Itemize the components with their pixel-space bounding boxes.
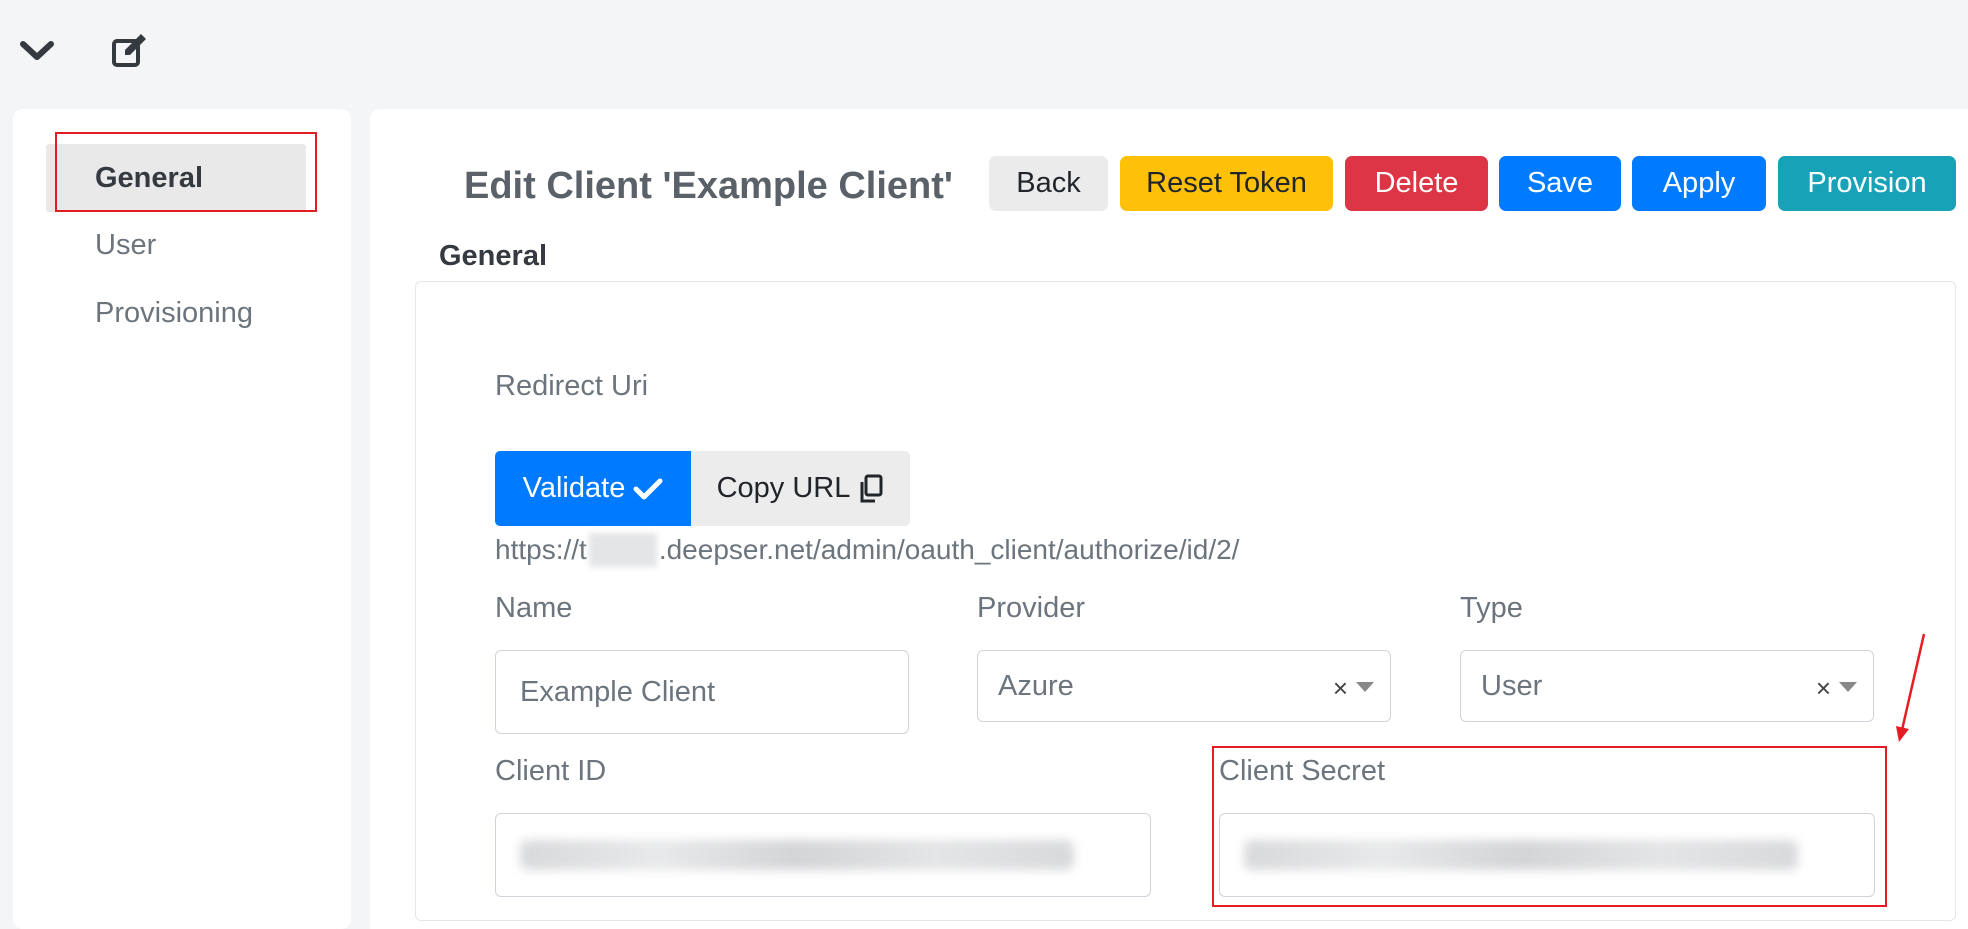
sidebar-item-label: General (95, 161, 203, 194)
type-value: User (1481, 669, 1543, 702)
annotation-arrow-icon (1896, 633, 1926, 742)
provider-chevron-down-icon[interactable] (1356, 682, 1374, 692)
copy-url-button[interactable]: Copy URL (691, 451, 910, 526)
client-secret-redacted-value (1244, 840, 1799, 870)
client-secret-label: Client Secret (1219, 755, 1386, 787)
sidebar-item-general[interactable]: General (46, 144, 306, 212)
provider-select[interactable]: Azure × (977, 650, 1391, 722)
url-prefix: https://t (495, 534, 587, 565)
redirect-uri-label: Redirect Uri (495, 370, 649, 402)
client-id-label: Client ID (495, 755, 607, 787)
page-title: Edit Client 'Example Client' (464, 165, 953, 207)
reset-token-button[interactable]: Reset Token (1120, 156, 1333, 211)
provider-clear-icon[interactable]: × (1333, 673, 1348, 704)
save-button[interactable]: Save (1499, 156, 1621, 211)
validate-button[interactable]: Validate (495, 451, 691, 526)
section-title: General (439, 240, 547, 272)
url-suffix: .deepser.net/admin/oauth_client/authoriz… (658, 534, 1240, 565)
checkmark-icon (633, 478, 663, 499)
provider-value: Azure (998, 669, 1074, 702)
client-secret-field[interactable] (1219, 813, 1875, 897)
sidebar-item-label: User (95, 228, 157, 261)
copy-url-label: Copy URL (716, 472, 851, 504)
name-label: Name (495, 592, 573, 624)
type-chevron-down-icon[interactable] (1839, 682, 1857, 692)
edit-icon[interactable] (107, 30, 153, 72)
top-toolbar (0, 0, 1968, 105)
copy-icon (860, 474, 883, 502)
sidebar-item-user[interactable]: User (46, 211, 306, 279)
type-label: Type (1460, 592, 1523, 624)
sidebar-item-provisioning[interactable]: Provisioning (46, 279, 306, 347)
name-value: Example Client (520, 675, 716, 708)
client-id-field[interactable] (495, 813, 1151, 897)
apply-button[interactable]: Apply (1632, 156, 1766, 211)
type-select[interactable]: User × (1460, 650, 1874, 722)
type-clear-icon[interactable]: × (1816, 673, 1831, 704)
client-id-redacted-value (520, 840, 1075, 870)
delete-button[interactable]: Delete (1345, 156, 1488, 211)
url-redacted-segment (588, 533, 657, 567)
validate-label: Validate (522, 472, 626, 504)
provider-label: Provider (977, 592, 1085, 624)
sidebar-item-label: Provisioning (95, 296, 253, 329)
chevron-down-icon[interactable] (14, 30, 60, 72)
redirect-uri-value: https://t .deepser.net/admin/oauth_clien… (495, 533, 1239, 567)
back-button[interactable]: Back (989, 156, 1108, 211)
provision-button[interactable]: Provision (1778, 156, 1956, 211)
name-field[interactable]: Example Client (495, 650, 909, 734)
